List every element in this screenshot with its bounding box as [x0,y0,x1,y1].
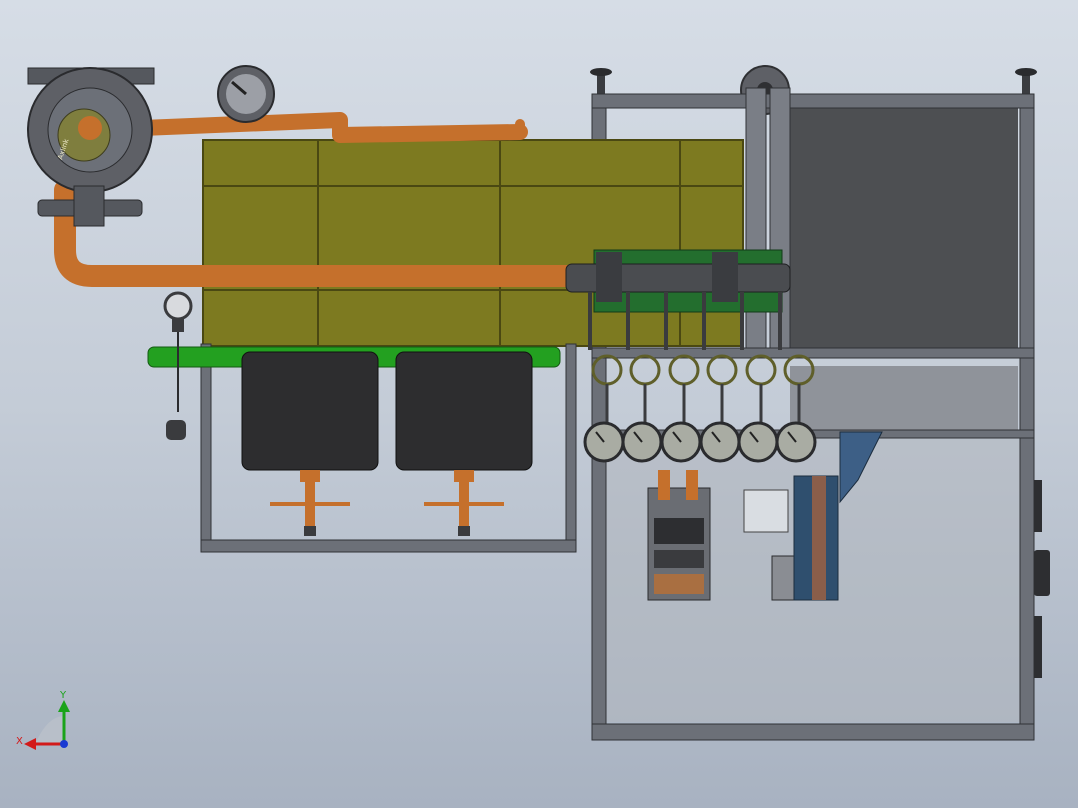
pump-assembly: Axlink [27,67,155,227]
side-handle[interactable] [1034,550,1050,596]
shelf-band [790,366,1018,430]
manifold [565,249,791,313]
coordinate-triad: Y X [16,690,70,750]
upper-panel [790,108,1018,350]
gauge-2 [621,354,663,463]
gauge-3 [660,354,702,463]
tank-pressure-gauge [217,65,275,123]
x-axis-label: X [16,736,23,747]
leveling-foot-right [1015,68,1037,94]
gauge-5 [737,354,779,463]
y-axis-label: Y [59,690,67,701]
filter-vessel-2 [395,351,533,536]
leveling-foot-left [590,68,612,94]
filter-vessel-1 [241,351,379,536]
cad-viewport[interactable]: Axlink Y X [0,0,1078,808]
z-axis-dot [60,740,68,748]
gauge-4 [699,354,741,463]
main-tank [202,139,744,347]
